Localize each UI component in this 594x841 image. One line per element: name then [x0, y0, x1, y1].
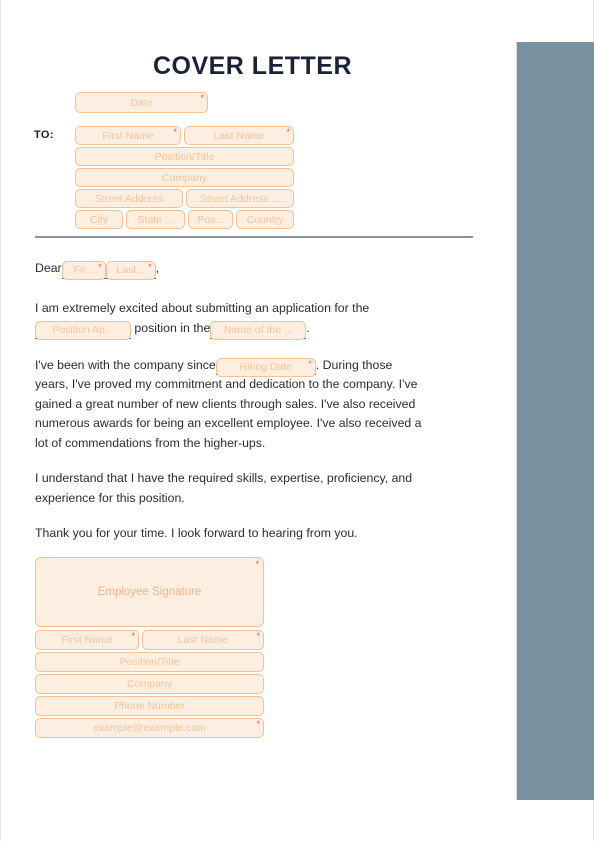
recipient-name-row: First Name Last Name	[75, 126, 294, 145]
recipient-address-block: First Name Last Name Position/Title Comp…	[75, 126, 294, 231]
p2-text-part-1: I've been with the company since	[35, 357, 216, 372]
recipient-street-address-1-field[interactable]: Street Address	[75, 189, 183, 208]
recipient-position-title-field[interactable]: Position/Title	[75, 147, 294, 166]
signature-position-title-field[interactable]: Position/Title	[35, 652, 264, 672]
signature-company-field[interactable]: Company	[35, 674, 264, 694]
signature-block: Employee Signature First Name Last Name …	[35, 557, 264, 740]
company-name-field[interactable]: Name of the ...	[210, 321, 307, 341]
salutation-underline: Fir...Last...	[61, 258, 156, 281]
recipient-state-field[interactable]: State ...	[125, 210, 186, 229]
recipient-city-field[interactable]: City	[75, 210, 123, 229]
paragraph-application: I am extremely excited about submitting …	[35, 299, 427, 341]
recipient-city-row: City State ... Pos... Country	[75, 210, 294, 229]
recipient-country-field[interactable]: Country	[236, 210, 294, 229]
recipient-postal-field[interactable]: Pos...	[188, 210, 234, 229]
recipient-street-address-2-field[interactable]: Street Address ...	[186, 189, 294, 208]
signature-email-field[interactable]: example@example.com	[35, 718, 264, 738]
salutation-prefix: Dear	[35, 261, 62, 275]
document-page: COVER LETTER Date TO: First Name Last Na…	[0, 0, 594, 841]
p1-company-underline: Name of the ...	[210, 318, 307, 341]
to-label: TO:	[34, 129, 54, 141]
p1-text-part-3: .	[306, 321, 310, 335]
signature-first-name-field[interactable]: First Name	[35, 630, 139, 650]
page-title: COVER LETTER	[152, 52, 353, 80]
paragraph-skills: I understand that I have the required sk…	[35, 471, 413, 505]
signature-phone-row: Phone Number	[35, 696, 264, 716]
recipient-last-name-field[interactable]: Last Name	[184, 126, 294, 145]
salutation-last-name-field[interactable]: Last...	[105, 261, 156, 281]
signature-email-row: example@example.com	[35, 718, 264, 738]
signature-company-row: Company	[35, 674, 264, 694]
paragraph-thanks: Thank you for your time. I look forward …	[35, 526, 358, 540]
p1-position-underline: Position Ap...	[35, 318, 131, 341]
paragraph-tenure: I've been with the company since Hiring D…	[35, 355, 427, 454]
signature-phone-number-field[interactable]: Phone Number	[35, 696, 264, 716]
p1-text-part-1: I am extremely excited about submitting …	[35, 300, 370, 315]
signature-last-name-field[interactable]: Last Name	[142, 630, 264, 650]
decorative-side-panel	[517, 42, 594, 800]
recipient-company-row: Company	[75, 168, 294, 187]
recipient-street-row: Street Address Street Address ...	[75, 189, 294, 208]
signature-position-row: Position/Title	[35, 652, 264, 672]
p2-hiring-date-underline: Hiring Date	[215, 355, 316, 377]
p1-text-part-2: position in the	[134, 321, 211, 335]
recipient-position-row: Position/Title	[75, 147, 294, 166]
section-divider	[35, 236, 473, 238]
recipient-company-field[interactable]: Company	[75, 168, 294, 187]
employee-signature-field[interactable]: Employee Signature	[35, 557, 264, 627]
salutation-suffix: ,	[155, 261, 160, 275]
date-field[interactable]: Date	[75, 92, 208, 113]
hiring-date-field[interactable]: Hiring Date	[215, 357, 316, 377]
recipient-first-name-field[interactable]: First Name	[75, 126, 181, 145]
signature-name-row: First Name Last Name	[35, 630, 264, 650]
letter-body: DearFir...Last..., I am extremely excite…	[35, 258, 427, 595]
salutation-first-name-field[interactable]: Fir...	[61, 261, 106, 281]
position-applied-field[interactable]: Position Ap...	[35, 321, 131, 341]
salutation-line: DearFir...Last...,	[35, 258, 427, 281]
